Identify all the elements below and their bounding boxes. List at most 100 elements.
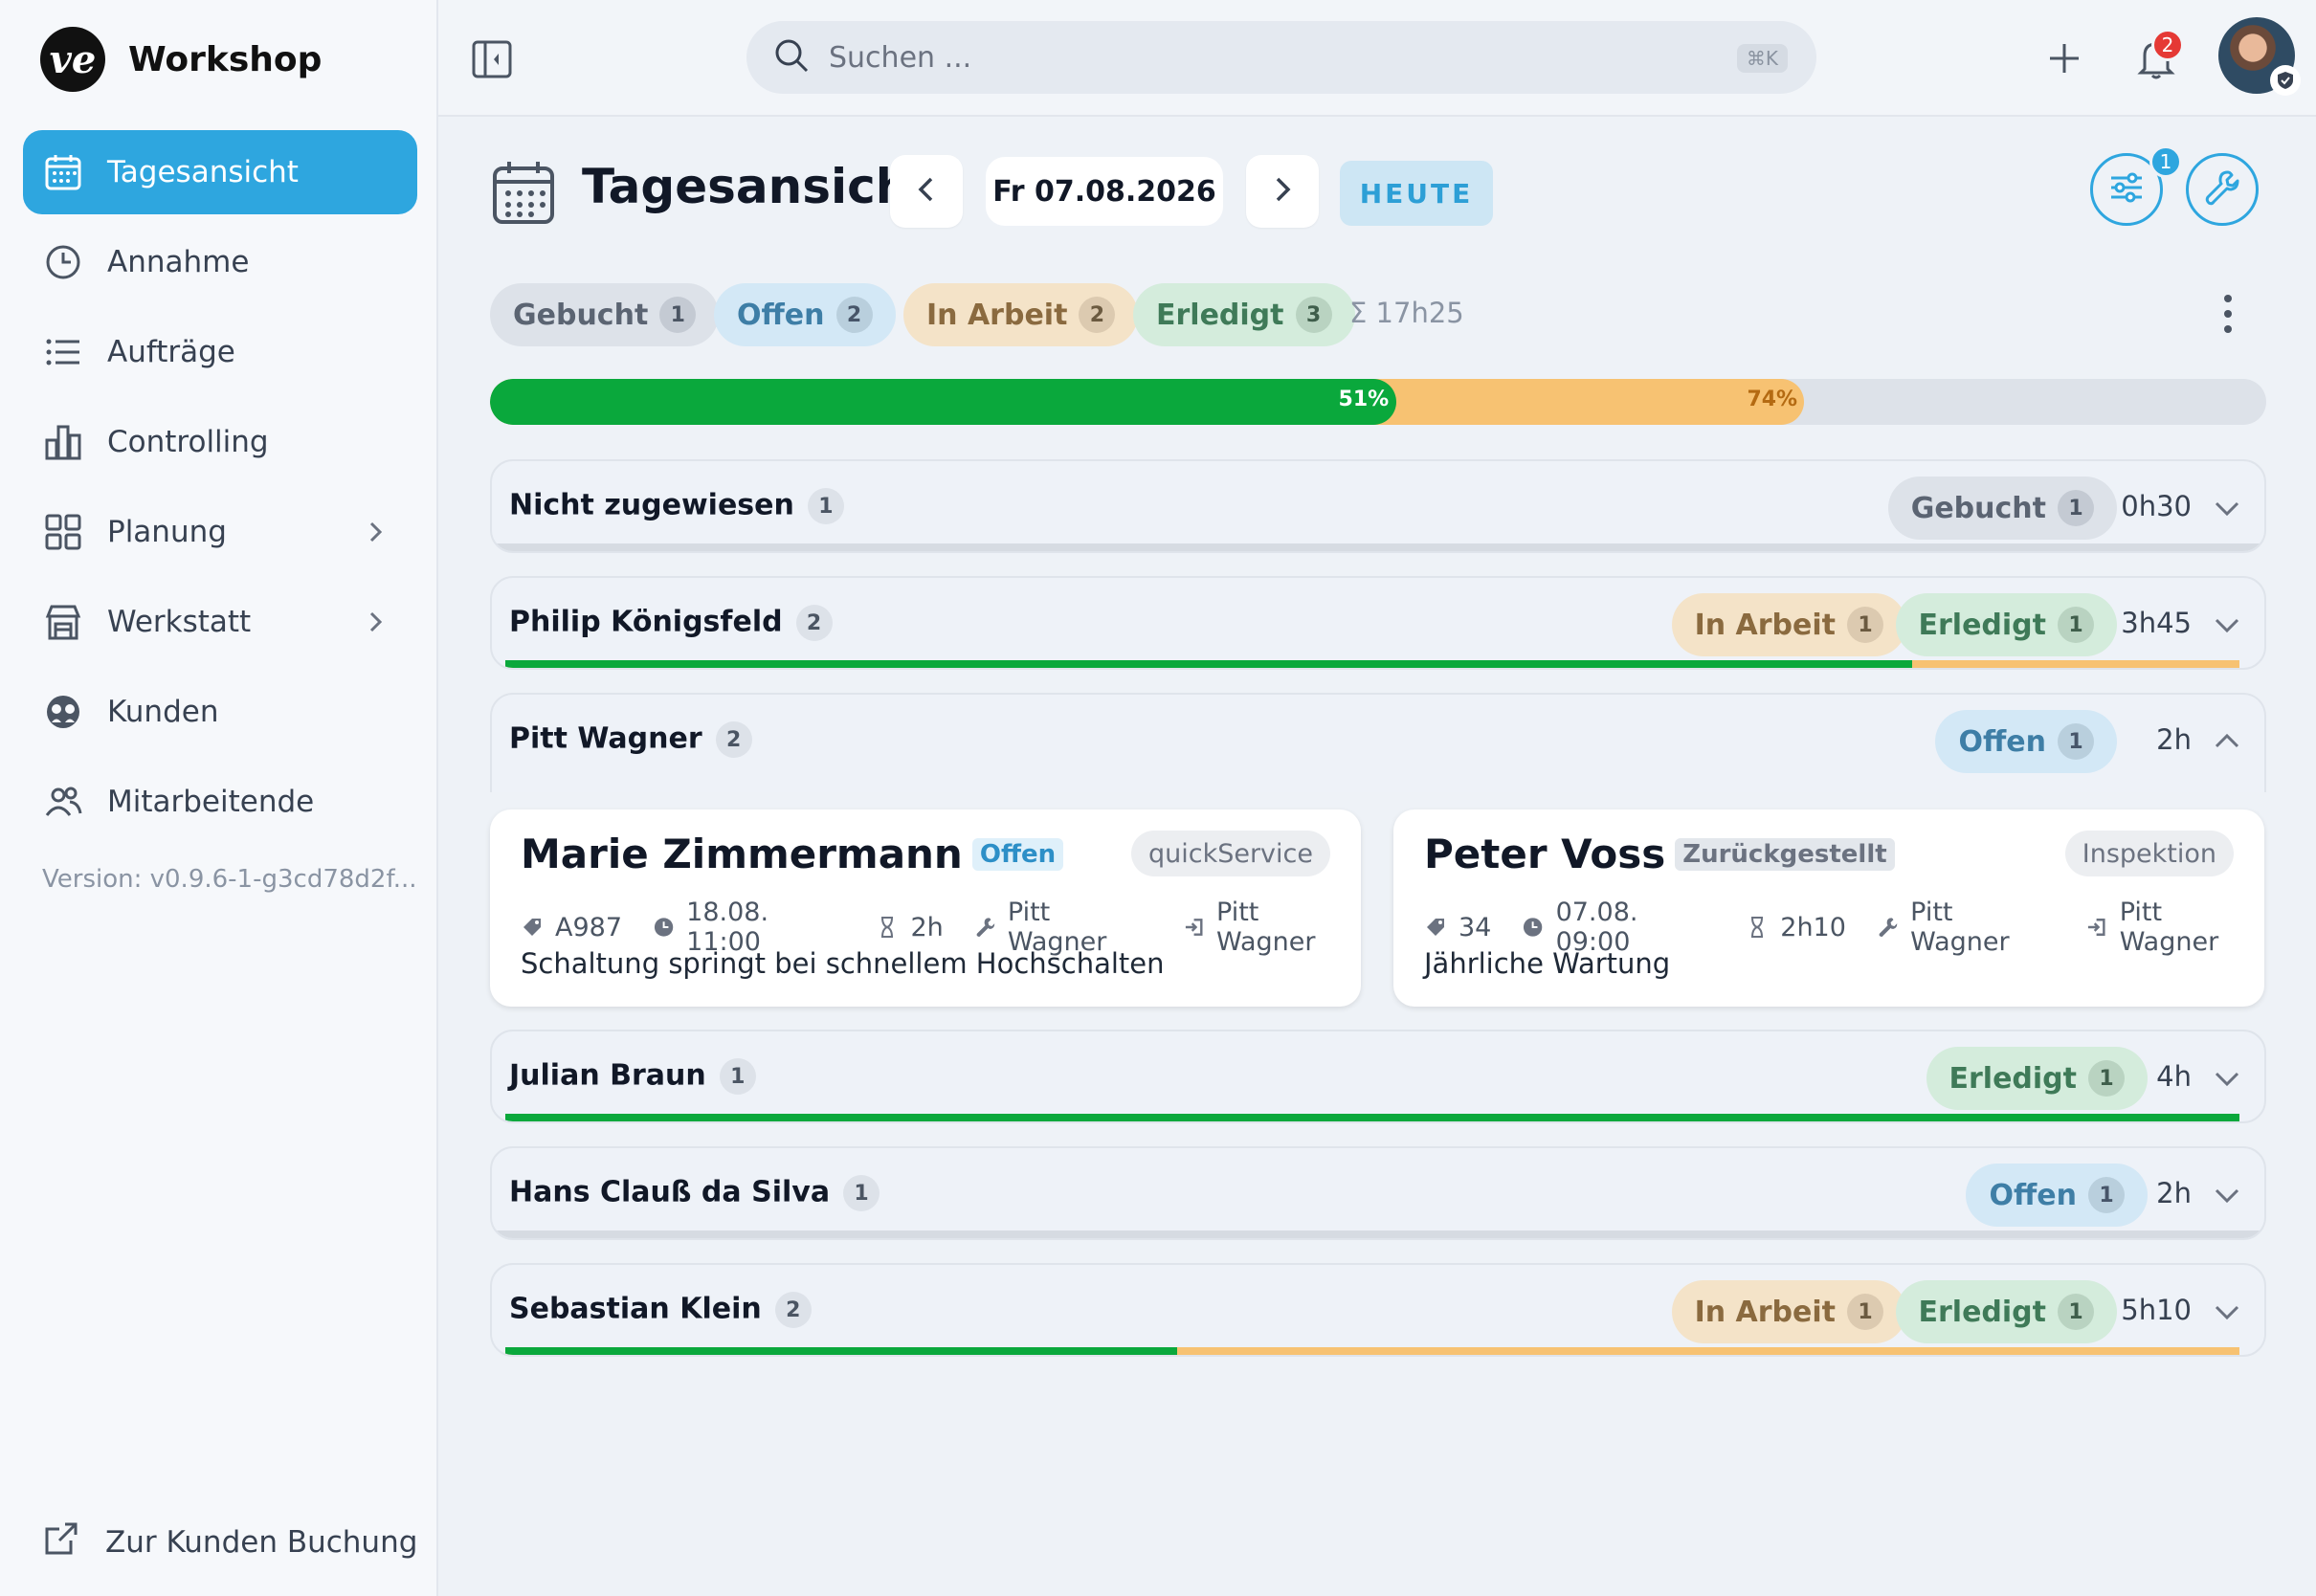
sidebar-item-auftraege[interactable]: Aufträge [23, 310, 417, 394]
chevron-down-icon[interactable] [2211, 1062, 2243, 1095]
next-day-button[interactable] [1246, 155, 1319, 228]
progress-done-label: 51% [1338, 388, 1390, 411]
chevron-right-icon [1266, 173, 1299, 210]
group-count: 2 [774, 1292, 812, 1328]
customer-booking-link[interactable]: Zur Kunden Buchung [42, 1519, 417, 1565]
chip-label: In Arbeit [1694, 1295, 1836, 1329]
brand-logo: ve [40, 27, 105, 92]
clock-icon [44, 243, 82, 281]
employee-group[interactable]: Nicht zugewiesen 1 Gebucht 1 0h30 [490, 459, 2266, 553]
employee-group[interactable]: Julian Braun 1 Erledigt 1 4h [490, 1030, 2266, 1123]
chevron-down-icon[interactable] [2211, 609, 2243, 641]
group-status-chip: Erledigt 1 [1926, 1047, 2148, 1110]
tag-icon [523, 919, 541, 936]
chevron-right-icon [360, 607, 390, 637]
tag-text: A987 [555, 912, 623, 942]
group-progress-done [505, 1347, 1177, 1355]
chip-count: 1 [1847, 1294, 1883, 1330]
sidebar-item-werkstatt[interactable]: Werkstatt [23, 580, 417, 664]
summary-chip-in-arbeit[interactable]: In Arbeit 2 [903, 283, 1139, 346]
group-status-chip: Erledigt 1 [1895, 593, 2117, 656]
summary-chip-erledigt[interactable]: Erledigt 3 [1133, 283, 1355, 346]
chip-label: In Arbeit [1694, 608, 1836, 642]
mechanic-text: Pitt Wagner [1910, 898, 2010, 957]
wrench-icon [2203, 168, 2241, 211]
group-name: Nicht zugewiesen 1 [509, 488, 844, 524]
assignee-text: Pitt Wagner [1216, 898, 1316, 957]
grid-icon [44, 513, 82, 551]
shield-icon [2270, 65, 2301, 96]
sidebar-item-planung[interactable]: Planung [23, 490, 417, 574]
group-progress-track [492, 543, 2264, 551]
today-button[interactable]: HEUTE [1340, 161, 1493, 226]
login-icon [1185, 919, 1203, 936]
group-name-text: Pitt Wagner [509, 721, 702, 756]
sidebar-item-annahme[interactable]: Annahme [23, 220, 417, 304]
group-duration: 5h10 [2121, 1294, 2192, 1326]
people-icon [44, 783, 82, 821]
group-count: 1 [807, 488, 844, 524]
tag-icon [1427, 919, 1444, 936]
notification-badge: 2 [2151, 29, 2184, 61]
date-picker[interactable]: Fr 07.08.2026 [986, 157, 1223, 226]
group-name: Pitt Wagner 2 [509, 721, 752, 758]
sidebar-item-mitarbeitende[interactable]: Mitarbeitende [23, 760, 417, 844]
chip-count: 1 [1847, 607, 1883, 643]
chip-count: 1 [2058, 607, 2094, 643]
employee-group[interactable]: Philip Königsfeld 2 In Arbeit 1 Erledigt 1 … [490, 576, 2266, 670]
duration-text: 2h10 [1780, 912, 1846, 942]
sidebar-toggle-icon[interactable] [471, 38, 513, 80]
chip-count: 1 [2088, 1177, 2125, 1213]
summary-chip-offen[interactable]: Offen 2 [714, 283, 896, 346]
chip-count: 2 [1079, 297, 1116, 333]
chevron-down-icon[interactable] [2211, 1179, 2243, 1211]
employee-group[interactable]: Sebastian Klein 2 In Arbeit 1 Erledigt 1 5h… [490, 1263, 2266, 1357]
group-name: Philip Königsfeld 2 [509, 605, 833, 641]
group-count: 2 [715, 721, 752, 758]
sidebar-nav: Tagesansicht Annahme Aufträge Controllin… [23, 130, 417, 850]
add-icon[interactable] [2042, 36, 2086, 80]
hourglass-icon [1751, 917, 1764, 938]
previous-day-button[interactable] [890, 155, 963, 228]
sidebar-item-tagesansicht[interactable]: Tagesansicht [23, 130, 417, 214]
chip-label: Erledigt [1918, 1295, 2047, 1329]
customer-name: Peter Voss [1424, 831, 1666, 877]
order-card[interactable]: Peter Voss Zurückgestellt Inspektion 34 0… [1393, 809, 2264, 1007]
tools-button[interactable] [2186, 153, 2259, 226]
order-card[interactable]: Marie Zimmermann Offen quickService A987 … [490, 809, 1361, 1007]
search-icon [773, 37, 810, 78]
chip-label: Gebucht [513, 298, 649, 332]
service-type-badge: Inspektion [2064, 831, 2234, 876]
employee-group[interactable]: Hans Clauß da Silva 1 Offen 1 2h [490, 1146, 2266, 1240]
sidebar-item-kunden[interactable]: Kunden [23, 670, 417, 754]
card-customer: Marie Zimmermann Offen [521, 831, 1064, 877]
sidebar-item-label: Werkstatt [107, 605, 252, 639]
progress-bar: 51% 74% [490, 379, 2266, 425]
group-name-text: Sebastian Klein [509, 1292, 762, 1326]
chevron-down-icon[interactable] [2211, 1296, 2243, 1328]
card-description: Jährliche Wartung [1424, 947, 1671, 980]
summary-chip-gebucht[interactable]: Gebucht 1 [490, 283, 720, 346]
group-name-text: Nicht zugewiesen [509, 488, 794, 522]
group-duration: 3h45 [2121, 607, 2192, 639]
meta-mechanic: Pitt Wagner [1877, 898, 2056, 957]
more-options-icon[interactable] [2218, 293, 2238, 335]
duration-text: 2h [910, 912, 944, 942]
group-count: 1 [843, 1175, 880, 1211]
group-status-chip: Erledigt 1 [1895, 1280, 2117, 1343]
meta-duration: 2h10 [1746, 913, 1846, 942]
sidebar-item-label: Tagesansicht [107, 155, 299, 189]
sidebar-item-label: Annahme [107, 245, 250, 279]
chevron-down-icon[interactable] [2211, 492, 2243, 524]
sidebar-item-label: Kunden [107, 695, 219, 729]
employee-group[interactable]: Pitt Wagner 2 Offen 1 2h [490, 693, 2266, 792]
chevron-up-icon[interactable] [2211, 725, 2243, 758]
tag-text: 34 [1459, 912, 1492, 942]
card-customer: Peter Voss Zurückgestellt [1424, 831, 1895, 877]
chevron-right-icon [360, 517, 390, 547]
brand[interactable]: ve Workshop [40, 27, 322, 92]
group-progress-done [505, 660, 1912, 668]
search-input[interactable]: Suchen ... ⌘K [746, 21, 1816, 94]
chip-label: Erledigt [1949, 1061, 2078, 1096]
sidebar-item-controlling[interactable]: Controlling [23, 400, 417, 484]
